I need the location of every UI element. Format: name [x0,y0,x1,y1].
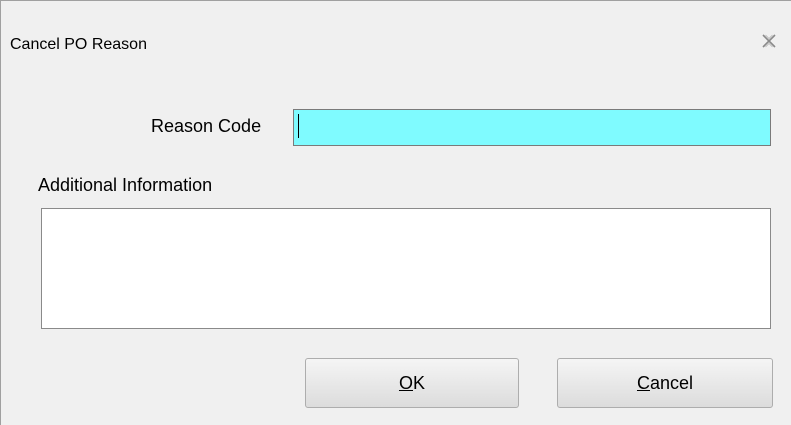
reason-code-input[interactable] [293,109,771,146]
dialog-titlebar: Cancel PO Reason [1,1,791,89]
cancel-mnemonic: C [636,373,650,393]
ok-label-rest: K [413,373,426,393]
cancel-button[interactable]: Cancel [557,358,773,408]
close-icon-glyph [762,34,776,48]
reason-code-label: Reason Code [151,116,262,136]
text-caret [298,114,299,138]
ok-mnemonic: O [398,373,413,393]
dialog-title: Cancel PO Reason [10,36,147,53]
additional-information-label: Additional Information [38,175,213,195]
cancel-po-reason-dialog: Cancel PO Reason Reason Code Additional … [0,0,791,425]
ok-button[interactable]: OK [305,358,519,408]
cancel-label-rest: ancel [649,373,694,393]
close-icon[interactable] [761,33,777,49]
additional-information-field[interactable] [41,208,771,329]
